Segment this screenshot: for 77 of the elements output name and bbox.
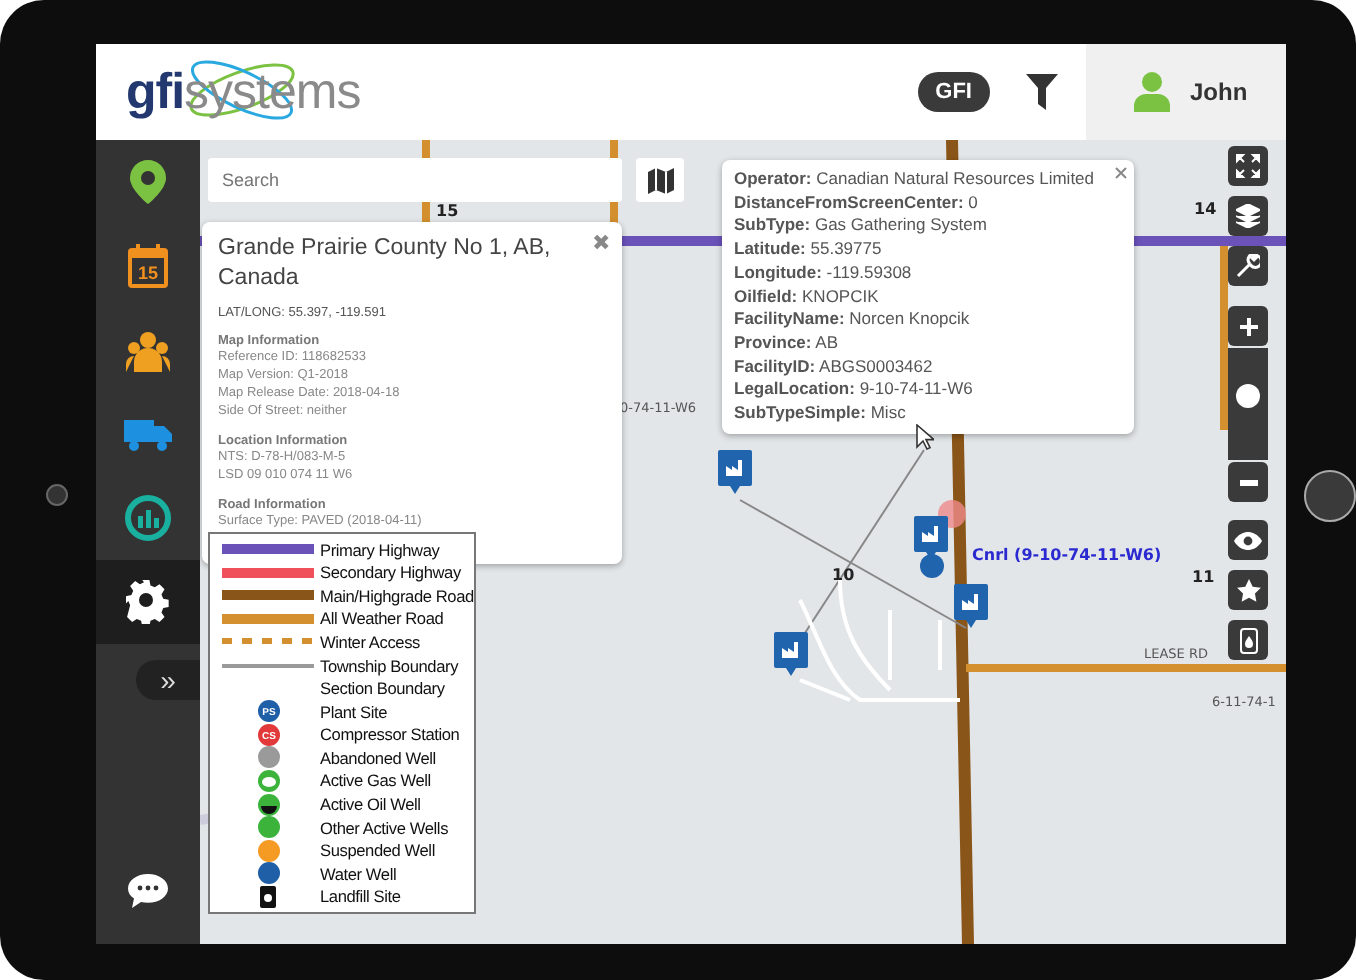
plus-icon bbox=[1239, 317, 1257, 335]
map-view-button[interactable] bbox=[636, 158, 684, 202]
legend-label: Main/Highgrade Road bbox=[320, 585, 474, 606]
sidebar-item[interactable]: 15 bbox=[96, 224, 200, 308]
star-icon bbox=[1235, 577, 1261, 603]
legend-label: Landfill Site bbox=[320, 886, 401, 907]
facility-field: Oilfield: KNOPCIK bbox=[734, 285, 1122, 309]
user-icon bbox=[1134, 72, 1170, 112]
user-menu[interactable]: John bbox=[1086, 44, 1286, 140]
close-icon[interactable]: ✖ bbox=[592, 230, 610, 256]
zoom-out-button[interactable] bbox=[1228, 462, 1268, 502]
truck-icon bbox=[124, 416, 172, 452]
canister-icon bbox=[1239, 627, 1257, 653]
map-label: 15 bbox=[436, 202, 459, 220]
facility-field: Longitude: -119.59308 bbox=[734, 261, 1122, 286]
map-icon bbox=[647, 167, 673, 193]
facility-marker-icon[interactable] bbox=[954, 584, 988, 632]
legend-label: Secondary Highway bbox=[320, 562, 461, 583]
legend-label: Active Oil Well bbox=[320, 794, 421, 814]
map-label: 11 bbox=[1192, 568, 1215, 586]
map-pin-icon bbox=[130, 160, 166, 204]
well-button[interactable] bbox=[1228, 620, 1268, 660]
favorites-button[interactable] bbox=[1228, 570, 1268, 610]
legend-label: All Weather Road bbox=[320, 608, 444, 629]
trash-can-icon bbox=[260, 885, 276, 908]
zoom-slider[interactable] bbox=[1228, 348, 1268, 460]
minus-icon bbox=[1239, 479, 1257, 485]
facility-field: FacilityID: ABGS0003462 bbox=[734, 355, 1122, 379]
map-label: 14 bbox=[1194, 200, 1217, 218]
people-icon bbox=[126, 328, 170, 372]
organization-badge[interactable]: GFI bbox=[917, 72, 990, 112]
fullscreen-button[interactable] bbox=[1228, 146, 1268, 186]
zoom-slider-thumb[interactable] bbox=[1236, 383, 1260, 408]
chat-icon[interactable] bbox=[128, 874, 168, 908]
user-name: John bbox=[1190, 78, 1248, 106]
settings-icon bbox=[126, 580, 170, 624]
facility-field: SubTypeSimple: Misc bbox=[734, 402, 1122, 426]
layers-icon bbox=[1236, 204, 1260, 228]
layers-button[interactable] bbox=[1228, 196, 1268, 236]
filter-icon[interactable] bbox=[1026, 74, 1058, 110]
camera-dot bbox=[46, 484, 68, 506]
wrench-icon bbox=[1236, 254, 1260, 278]
facility-field: SubType: Gas Gathering System bbox=[734, 214, 1122, 239]
map-label: Cnrl (9-10-74-11-W6) bbox=[972, 546, 1162, 564]
calendar-icon: 15 bbox=[128, 244, 168, 288]
legend-label: Abandoned Well bbox=[320, 747, 436, 768]
facility-field: Latitude: 55.39775 bbox=[734, 238, 1122, 262]
legend-label: Primary Highway bbox=[320, 539, 440, 560]
legend-label: Water Well bbox=[320, 863, 397, 884]
legend-label: Plant Site bbox=[320, 701, 388, 722]
pie-chart-icon bbox=[124, 494, 172, 542]
visibility-button[interactable] bbox=[1228, 520, 1268, 560]
close-icon[interactable] bbox=[1114, 166, 1128, 180]
facility-field: FacilityName: Norcen Knopcik bbox=[734, 308, 1122, 332]
tools-button[interactable] bbox=[1228, 246, 1268, 286]
facility-marker-icon[interactable] bbox=[718, 450, 752, 498]
search-field[interactable]: Search bbox=[208, 158, 622, 202]
facility-field: DistanceFromScreenCenter: 0 bbox=[734, 191, 1122, 215]
facility-field: Province: AB bbox=[734, 331, 1122, 356]
legend-label: Suspended Well bbox=[320, 840, 435, 861]
sidebar-item[interactable] bbox=[96, 560, 200, 644]
zoom-in-button[interactable] bbox=[1228, 306, 1268, 346]
eye-icon bbox=[1234, 531, 1262, 549]
legend-label: Compressor Station bbox=[320, 724, 460, 745]
legend-label: Active Gas Well bbox=[320, 770, 431, 791]
legend-label: Winter Access bbox=[320, 631, 420, 652]
location-title: Grande Prairie County No 1, AB, Canada bbox=[218, 234, 553, 294]
facility-field: Operator: Canadian Natural Resources Limited bbox=[734, 168, 1122, 192]
legend-label: Township Boundary bbox=[320, 655, 459, 676]
expand-icon bbox=[1236, 154, 1260, 178]
facility-field: LegalLocation: 9-10-74-11-W6 bbox=[734, 378, 1122, 403]
home-button[interactable] bbox=[1304, 470, 1356, 522]
legend-label: Other Active Wells bbox=[320, 817, 449, 838]
expand-sidebar-button[interactable]: » bbox=[136, 660, 200, 700]
map-label: 10 bbox=[832, 566, 855, 584]
facility-marker-icon[interactable] bbox=[774, 632, 808, 680]
legend-label: Section Boundary bbox=[320, 678, 445, 699]
